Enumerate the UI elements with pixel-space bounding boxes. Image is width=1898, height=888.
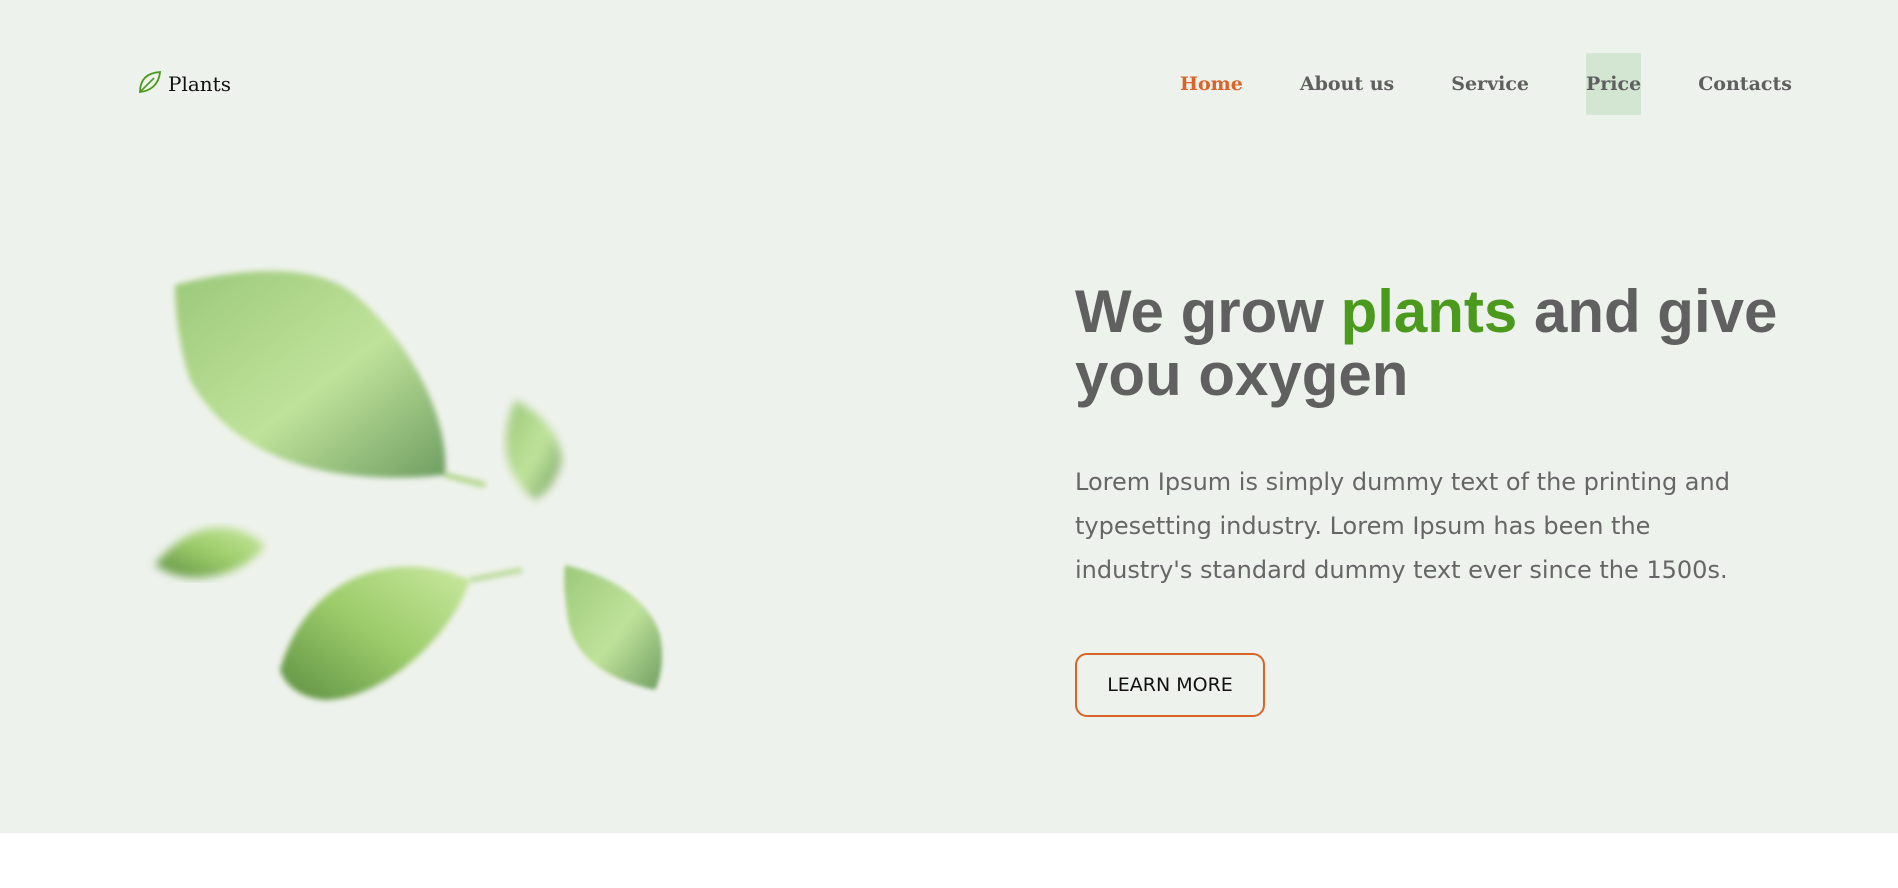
hero-headline: We grow plants and give you oxygen <box>1075 280 1795 406</box>
hero-description: Lorem Ipsum is simply dummy text of the … <box>1075 468 1730 584</box>
leaf-small-left <box>155 527 265 578</box>
headline-lead: We grow <box>1075 278 1341 345</box>
nav-item-price[interactable]: Price <box>1586 53 1642 115</box>
nav-item-about-us[interactable]: About us <box>1300 53 1394 115</box>
leaf-medium <box>280 566 523 700</box>
main-nav: Home About us Service Price Contacts <box>1180 53 1792 115</box>
leaf-icon <box>136 68 164 100</box>
leaf-bottom-right <box>564 565 663 690</box>
leaf-small-right <box>505 400 562 500</box>
nav-item-service[interactable]: Service <box>1451 53 1529 115</box>
nav-item-home[interactable]: Home <box>1180 53 1243 115</box>
brand-name: Plants <box>168 72 231 96</box>
hero-section: Plants Home About us Service Price Conta… <box>0 0 1898 833</box>
learn-more-button[interactable]: LEARN MORE <box>1075 653 1265 717</box>
leaf-large <box>175 271 486 488</box>
falling-leaves-illustration <box>155 271 663 700</box>
nav-item-contacts[interactable]: Contacts <box>1698 53 1792 115</box>
headline-accent: plants <box>1340 278 1518 345</box>
brand-logo[interactable]: Plants <box>136 68 231 100</box>
